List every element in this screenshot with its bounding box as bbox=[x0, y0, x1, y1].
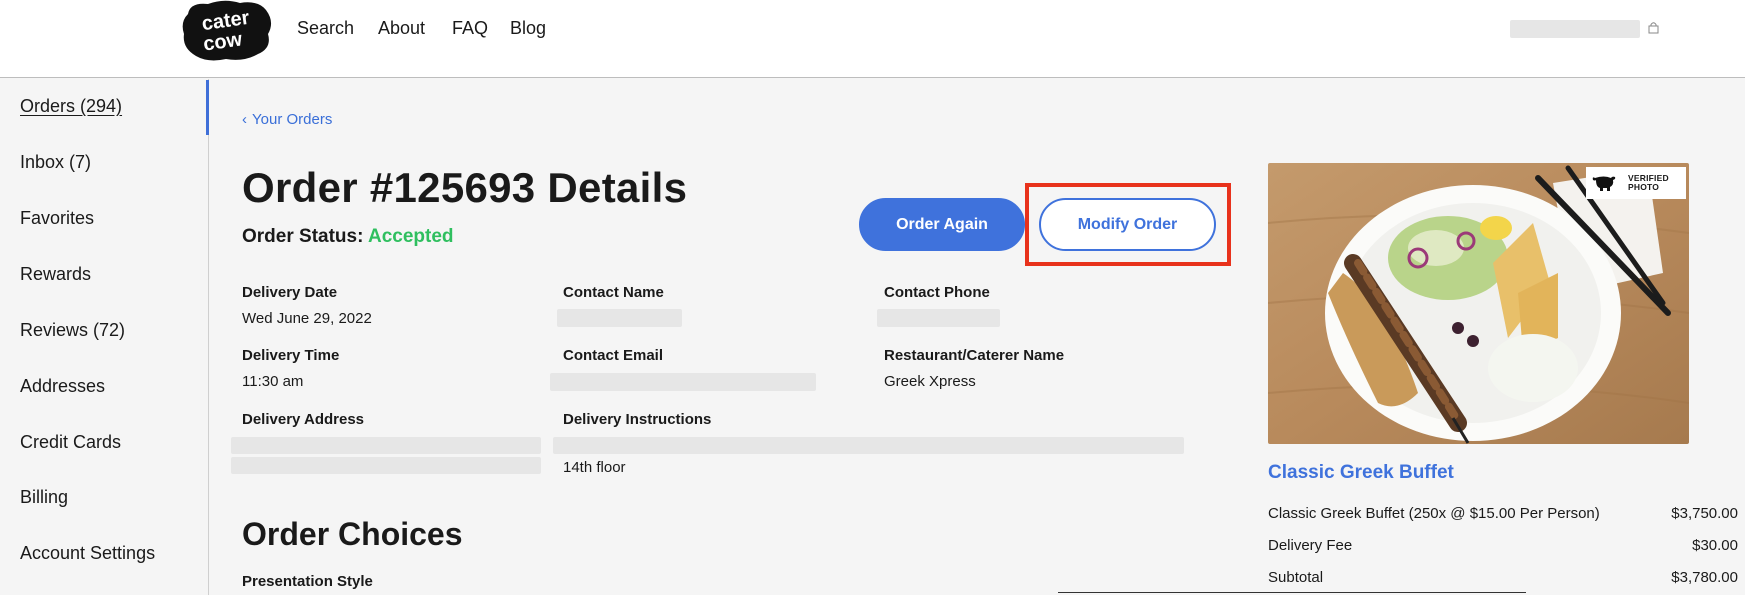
delivery-time-label: Delivery Time bbox=[242, 347, 340, 364]
delivery-address-label: Delivery Address bbox=[242, 411, 365, 428]
order-details-main: ‹ Your Orders Order #125693 Details Order… bbox=[210, 79, 1745, 595]
line-item-amount: $3,750.00 bbox=[1671, 505, 1738, 522]
sidebar-active-indicator bbox=[206, 80, 209, 135]
nav-about-link[interactable]: About bbox=[378, 18, 425, 39]
subtotal-divider bbox=[1058, 592, 1526, 593]
contact-phone-label: Contact Phone bbox=[884, 284, 990, 301]
contact-name-label: Contact Name bbox=[563, 284, 664, 301]
sidebar-item-reviews[interactable]: Reviews (72) bbox=[20, 320, 125, 341]
food-plate-illustration bbox=[1268, 163, 1689, 444]
restaurant-name-label: Restaurant/Caterer Name bbox=[884, 347, 1065, 364]
line-item-label: Subtotal bbox=[1268, 569, 1324, 586]
sidebar-item-credit-cards[interactable]: Credit Cards bbox=[20, 432, 121, 453]
back-link-label: Your Orders bbox=[252, 111, 333, 128]
line-item-amount: $30.00 bbox=[1692, 537, 1738, 554]
contact-email-label: Contact Email bbox=[563, 347, 664, 364]
delivery-instructions-value: 14th floor bbox=[563, 459, 626, 476]
nav-faq-link[interactable]: FAQ bbox=[452, 18, 488, 39]
nav-search-link[interactable]: Search bbox=[297, 18, 354, 39]
page-title: Order #125693 Details bbox=[242, 164, 688, 211]
nav-blog-link[interactable]: Blog bbox=[510, 18, 546, 39]
lock-icon bbox=[1648, 22, 1659, 34]
order-status: Order Status: Accepted bbox=[242, 226, 454, 248]
line-item-buffet: Classic Greek Buffet (250x @ $15.00 Per … bbox=[1268, 505, 1738, 522]
verified-line2: PHOTO bbox=[1628, 182, 1660, 192]
delivery-address-redacted-line2 bbox=[231, 457, 541, 474]
line-item-subtotal: Subtotal $3,780.00 bbox=[1268, 569, 1738, 586]
line-item-label: Classic Greek Buffet (250x @ $15.00 Per … bbox=[1268, 505, 1600, 522]
cow-icon bbox=[1592, 176, 1616, 191]
back-to-orders-link[interactable]: ‹ Your Orders bbox=[242, 111, 332, 128]
restaurant-name-value: Greek Xpress bbox=[884, 373, 976, 390]
sidebar-item-favorites[interactable]: Favorites bbox=[20, 208, 94, 229]
modify-order-highlight-box bbox=[1025, 183, 1231, 266]
verified-photo-text: VERIFIED PHOTO bbox=[1622, 174, 1669, 192]
sidebar-item-orders[interactable]: Orders (294) bbox=[20, 96, 122, 117]
line-item-delivery-fee: Delivery Fee $30.00 bbox=[1268, 537, 1738, 554]
top-header: cater cow Search About FAQ Blog bbox=[0, 0, 1745, 78]
sidebar-item-rewards[interactable]: Rewards bbox=[20, 264, 91, 285]
menu-item-photo[interactable]: VERIFIED PHOTO bbox=[1268, 163, 1689, 444]
contact-email-redacted bbox=[550, 373, 816, 391]
account-sidebar: Orders (294) Inbox (7) Favorites Rewards… bbox=[0, 79, 209, 595]
contact-name-redacted bbox=[557, 309, 682, 327]
order-again-button[interactable]: Order Again bbox=[859, 198, 1025, 251]
verified-photo-badge: VERIFIED PHOTO bbox=[1586, 167, 1686, 199]
menu-item-link[interactable]: Classic Greek Buffet bbox=[1268, 462, 1454, 484]
sidebar-item-account-settings[interactable]: Account Settings bbox=[20, 543, 155, 564]
account-name-redacted[interactable] bbox=[1510, 20, 1640, 38]
delivery-instructions-redacted bbox=[553, 437, 1184, 454]
contact-phone-redacted bbox=[877, 309, 1000, 327]
presentation-style-label: Presentation Style bbox=[242, 573, 373, 590]
catercow-logo[interactable]: cater cow bbox=[178, 0, 274, 62]
sidebar-item-inbox[interactable]: Inbox (7) bbox=[20, 152, 91, 173]
delivery-date-value: Wed June 29, 2022 bbox=[242, 310, 372, 327]
sidebar-item-addresses[interactable]: Addresses bbox=[20, 376, 105, 397]
sidebar-item-billing[interactable]: Billing bbox=[20, 487, 68, 508]
order-status-label: Order Status: bbox=[242, 226, 364, 247]
chevron-left-icon: ‹ bbox=[242, 111, 247, 128]
order-status-value: Accepted bbox=[368, 226, 454, 247]
line-item-amount: $3,780.00 bbox=[1671, 569, 1738, 586]
order-choices-title: Order Choices bbox=[242, 516, 463, 552]
delivery-instructions-label: Delivery Instructions bbox=[563, 411, 712, 428]
delivery-address-redacted-line1 bbox=[231, 437, 541, 454]
delivery-date-label: Delivery Date bbox=[242, 284, 338, 301]
delivery-time-value: 11:30 am bbox=[242, 373, 304, 390]
line-item-label: Delivery Fee bbox=[1268, 537, 1353, 554]
